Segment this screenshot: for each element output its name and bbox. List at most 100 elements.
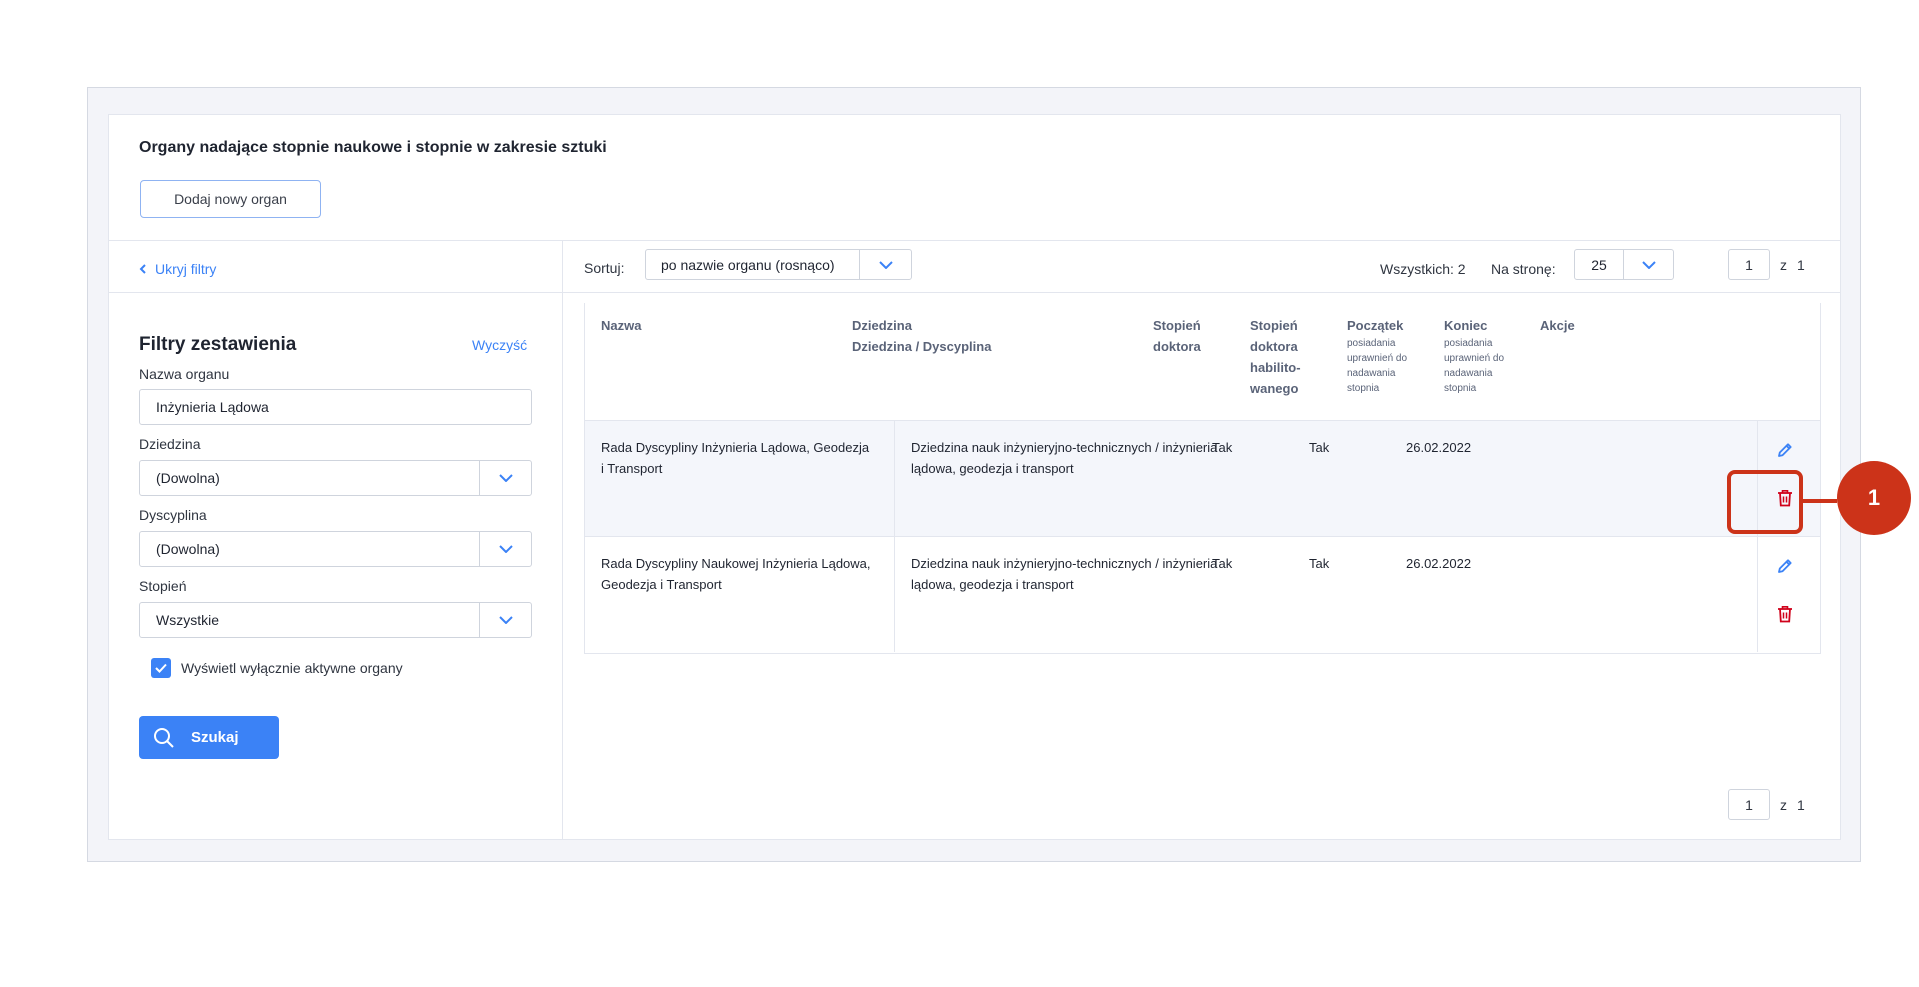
column-header-doctor-line1: Stopień: [1153, 318, 1201, 333]
row-name-line1: Rada Dyscypliny Naukowej Inżynieria Lądo…: [601, 556, 871, 571]
active-only-checkbox[interactable]: [151, 658, 171, 678]
trash-icon: [1778, 606, 1792, 623]
active-only-checkbox-row[interactable]: Wyświetl wyłącznie aktywne organy: [151, 658, 403, 678]
column-header-end-sub1: posiadania: [1444, 338, 1493, 349]
row-name-line1: Rada Dyscypliny Inżynieria Lądowa, Geode…: [601, 440, 870, 455]
delete-button[interactable]: [1770, 599, 1800, 629]
row-name: Rada Dyscypliny Naukowej Inżynieria Lądo…: [601, 553, 871, 595]
row-name-line2: Geodezja i Transport: [601, 577, 722, 592]
row-doctor: Tak: [1212, 556, 1233, 571]
organ-name-input[interactable]: Inżynieria Lądowa: [139, 389, 532, 425]
bottom-pager: 1 z 1: [1728, 789, 1805, 820]
column-header-actions: Akcje: [1540, 318, 1575, 333]
edit-button[interactable]: [1770, 551, 1800, 581]
column-header-habil-line4: wanego: [1250, 381, 1299, 396]
chevron-down-icon: [1623, 250, 1673, 279]
filters-divider: [562, 240, 563, 840]
sort-select-value: po nazwie organu (rosnąco): [661, 256, 835, 273]
chevron-down-icon: [479, 532, 531, 566]
page-number-input[interactable]: 1: [1728, 789, 1770, 820]
page-of-label: z: [1780, 256, 1787, 273]
main-panel: Organy nadające stopnie naukowe i stopni…: [108, 114, 1841, 840]
discipline-select-value: (Dowolna): [156, 541, 220, 557]
degree-label: Stopień: [139, 578, 187, 594]
column-header-start-title: Początek: [1347, 318, 1404, 333]
row-field-line2: lądowa, geodezja i transport: [911, 461, 1074, 476]
check-icon: [155, 663, 167, 673]
cell-divider: [1757, 537, 1758, 652]
row-field-line1: Dziedzina nauk inżynieryjno-technicznych…: [911, 440, 1218, 455]
sort-select[interactable]: po nazwie organu (rosnąco): [645, 249, 912, 280]
row-field-line1: Dziedzina nauk inżynieryjno-technicznych…: [911, 556, 1218, 571]
column-header-end-sub4: stopnia: [1444, 383, 1477, 394]
column-header-start-sub1: posiadania: [1347, 338, 1396, 349]
chevron-down-icon: [859, 250, 911, 279]
discipline-label: Dyscyplina: [139, 507, 207, 523]
per-page-select[interactable]: 25: [1574, 249, 1674, 280]
organ-name-label: Nazwa organu: [139, 366, 230, 382]
field-select[interactable]: (Dowolna): [139, 460, 532, 496]
column-header-name[interactable]: Nazwa: [601, 315, 641, 336]
column-header-start[interactable]: Początek posiadania uprawnień do nadawan…: [1347, 315, 1407, 396]
column-header-field-line2: Dziedzina / Dyscyplina: [852, 339, 992, 354]
clear-filters-link[interactable]: Wyczyść: [472, 337, 527, 353]
column-header-habil-line3: habilito-: [1250, 360, 1301, 375]
column-header-habil-line2: doktora: [1250, 339, 1298, 354]
divider: [109, 240, 1840, 241]
row-habil: Tak: [1309, 440, 1330, 455]
per-page-value: 25: [1591, 256, 1607, 273]
row-field: Dziedzina nauk inżynieryjno-technicznych…: [911, 553, 1217, 595]
column-header-end[interactable]: Koniec posiadania uprawnień do nadawania…: [1444, 315, 1504, 396]
table-row: Rada Dyscypliny Naukowej Inżynieria Lądo…: [585, 536, 1820, 652]
row-start-date: 26.02.2022: [1406, 440, 1472, 455]
column-header-habil[interactable]: Stopień doktora habilito- wanego: [1250, 315, 1301, 399]
column-header-doctor[interactable]: Stopień doktora: [1153, 315, 1201, 357]
column-header-end-title: Koniec: [1444, 318, 1488, 333]
row-habil: Tak: [1309, 556, 1330, 571]
discipline-select[interactable]: (Dowolna): [139, 531, 532, 567]
degree-select[interactable]: Wszystkie: [139, 602, 532, 638]
total-count: Wszystkich: 2: [1380, 261, 1466, 277]
column-header-habil-line1: Stopień: [1250, 318, 1298, 333]
per-page-label: Na stronę:: [1491, 261, 1556, 277]
field-label: Dziedzina: [139, 436, 201, 452]
page-of-label: z: [1780, 796, 1787, 813]
annotation-callout: 1: [1837, 461, 1911, 535]
annotation-highlight: [1727, 470, 1803, 534]
column-header-end-sub3: nadawania: [1444, 368, 1493, 379]
filters-title: Filtry zestawienia: [139, 334, 297, 355]
hide-filters-label: Ukryj filtry: [155, 261, 217, 277]
page-number-input[interactable]: 1: [1728, 249, 1770, 280]
page-frame: Organy nadające stopnie naukowe i stopni…: [87, 87, 1861, 862]
field-select-value: (Dowolna): [156, 470, 220, 486]
hide-filters-link[interactable]: Ukryj filtry: [139, 261, 216, 277]
pencil-icon: [1778, 443, 1792, 457]
row-field-line2: lądowa, geodezja i transport: [911, 577, 1074, 592]
search-button[interactable]: Szukaj: [139, 716, 279, 759]
chevron-left-icon: [139, 261, 147, 277]
column-header-field[interactable]: Dziedzina Dziedzina / Dyscyplina: [852, 315, 991, 357]
row-field: Dziedzina nauk inżynieryjno-technicznych…: [911, 437, 1217, 479]
page-total: 1: [1797, 256, 1805, 273]
page-title: Organy nadające stopnie naukowe i stopni…: [139, 139, 607, 156]
search-icon: [154, 727, 174, 748]
column-header-start-sub3: nadawania: [1347, 368, 1396, 379]
column-header-doctor-line2: doktora: [1153, 339, 1201, 354]
page-total: 1: [1797, 796, 1805, 813]
annotation-connector: [1803, 499, 1837, 503]
add-organ-button[interactable]: Dodaj nowy organ: [140, 180, 321, 218]
search-button-label: Szukaj: [191, 729, 239, 746]
top-pager: 1 z 1: [1728, 249, 1805, 280]
edit-button[interactable]: [1770, 435, 1800, 465]
chevron-down-icon: [479, 461, 531, 495]
table-row: Rada Dyscypliny Inżynieria Lądowa, Geode…: [585, 420, 1820, 536]
pencil-icon: [1778, 559, 1792, 573]
column-header-field-line1: Dziedzina: [852, 318, 912, 333]
row-start-date: 26.02.2022: [1406, 556, 1472, 571]
active-only-label: Wyświetl wyłącznie aktywne organy: [181, 660, 403, 676]
column-header-end-sub2: uprawnień do: [1444, 353, 1505, 364]
sort-label: Sortuj:: [584, 260, 625, 276]
chevron-down-icon: [479, 603, 531, 637]
divider: [109, 292, 1840, 293]
cell-divider: [894, 421, 895, 536]
